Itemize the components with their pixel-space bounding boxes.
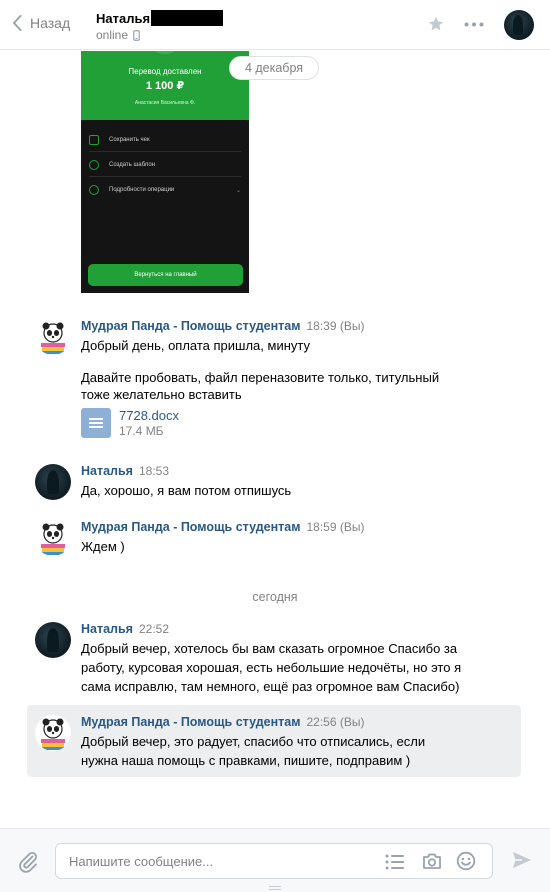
message-text: Добрый вечер, это радует, спасибо что от… — [81, 734, 426, 749]
emoji-icon[interactable] — [456, 851, 476, 871]
peer-status: online — [96, 28, 140, 42]
message-author[interactable]: Мудрая Панда - Помощь студентам 18:39 (Вы… — [81, 319, 364, 333]
file-meta: 7728.docx 17.4 МБ — [119, 408, 179, 438]
author-name: Мудрая Панда - Помощь студентам — [81, 520, 301, 534]
attach-icon[interactable] — [16, 849, 40, 873]
peer-avatar[interactable] — [504, 10, 534, 40]
panda-icon — [41, 523, 65, 555]
message-author[interactable]: Мудрая Панда - Помощь студентам 18:59 (Вы… — [81, 520, 364, 534]
receipt-amount: 1 100 ₽ — [145, 80, 185, 92]
chevron-left-icon — [13, 15, 22, 31]
document-icon — [81, 408, 111, 438]
message-text: нужна наша помощь с правками, пишите, по… — [81, 753, 411, 768]
info-icon — [89, 185, 99, 195]
receipt-action-label: Подробности операции — [109, 187, 175, 193]
natalia-avatar[interactable] — [35, 464, 71, 500]
message-time: 18:39 (Вы) — [306, 319, 365, 333]
message-time: 18:53 — [138, 464, 170, 478]
peer-name-text: Наталья — [96, 11, 151, 26]
message-input-box[interactable] — [55, 843, 493, 879]
redaction-bar — [151, 10, 224, 26]
message-text: Да, хорошо, я вам потом отпишусь — [81, 483, 292, 498]
panda-avatar[interactable] — [35, 520, 71, 556]
file-attachment[interactable]: 7728.docx 17.4 МБ — [81, 408, 179, 438]
message-author[interactable]: Наталья 22:52 — [81, 622, 169, 636]
message-input[interactable] — [69, 852, 369, 870]
receipt-check-circle — [145, 51, 185, 54]
panda-avatar[interactable] — [35, 715, 71, 751]
back-button[interactable]: Назад — [12, 14, 70, 32]
receipt-icon — [89, 134, 99, 145]
receipt-action-save: Сохранить чек — [89, 128, 241, 152]
panda-avatar[interactable] — [35, 319, 71, 355]
message-text: Ждем ) — [81, 539, 125, 554]
receipt-recipient: Анастасия Васильевна Ф. — [134, 100, 196, 106]
file-name[interactable]: 7728.docx — [119, 408, 179, 423]
peer-name[interactable]: Наталья — [96, 10, 224, 26]
more-icon[interactable] — [464, 22, 484, 27]
receipt-action-details: Подробности операции ⌄ — [89, 178, 241, 202]
message-time: 22:52 — [138, 622, 170, 636]
message-author[interactable]: Мудрая Панда - Помощь студентам 22:56 (Вы… — [81, 715, 364, 729]
template-list-icon[interactable] — [385, 853, 405, 871]
back-label: Назад — [30, 15, 71, 31]
receipt-action-label: Сохранить чек — [109, 136, 150, 143]
camera-icon[interactable] — [422, 852, 442, 870]
receipt-image[interactable]: Перевод доставлен 1 100 ₽ Анастасия Васи… — [81, 51, 249, 293]
receipt-home-button: Вернуться на главный — [88, 264, 243, 286]
message-composer — [0, 828, 550, 892]
receipt-header: Перевод доставлен 1 100 ₽ Анастасия Васи… — [81, 51, 249, 120]
panda-icon — [41, 718, 65, 750]
message-time: 22:56 (Вы) — [306, 715, 365, 729]
message-text: сама исправлю, там немного, ещё раз огро… — [81, 679, 460, 694]
date-separator: 4 декабря — [229, 56, 319, 80]
star-outline-icon — [89, 159, 99, 170]
message-text: Добрый вечер, хотелось бы вам сказать ог… — [81, 641, 458, 656]
author-name: Мудрая Панда - Помощь студентам — [81, 715, 301, 729]
message-text: тоже желательно вставить — [81, 387, 242, 402]
author-name: Наталья — [81, 622, 133, 636]
natalia-avatar[interactable] — [35, 622, 71, 658]
panda-icon — [41, 322, 65, 354]
message-text: Добрый день, оплата пришла, минуту — [81, 338, 310, 353]
star-icon[interactable] — [427, 15, 445, 33]
message-history[interactable]: Перевод доставлен 1 100 ₽ Анастасия Васи… — [0, 51, 550, 828]
chat-header: Назад Наталья online — [0, 0, 550, 50]
message-text: работу, курсовая хорошая, есть небольшие… — [81, 660, 462, 675]
peer-status-text: online — [96, 28, 129, 42]
send-icon[interactable] — [511, 849, 533, 871]
date-separator-today: сегодня — [252, 590, 298, 604]
message-author[interactable]: Наталья 18:53 — [81, 464, 169, 478]
receipt-action-label: Создать шаблон — [109, 161, 156, 168]
receipt-action-template: Создать шаблон — [89, 153, 241, 177]
receipt-panel: Сохранить чек Создать шаблон Подробности… — [81, 120, 249, 293]
author-name: Наталья — [81, 464, 133, 478]
author-name: Мудрая Панда - Помощь студентам — [81, 319, 301, 333]
receipt-status: Перевод доставлен — [128, 67, 202, 76]
resize-handle[interactable] — [269, 886, 281, 890]
message-time: 18:59 (Вы) — [306, 520, 365, 534]
mobile-phone-icon — [133, 29, 140, 41]
chevron-down-icon: ⌄ — [235, 187, 241, 194]
file-size: 17.4 МБ — [119, 424, 164, 438]
